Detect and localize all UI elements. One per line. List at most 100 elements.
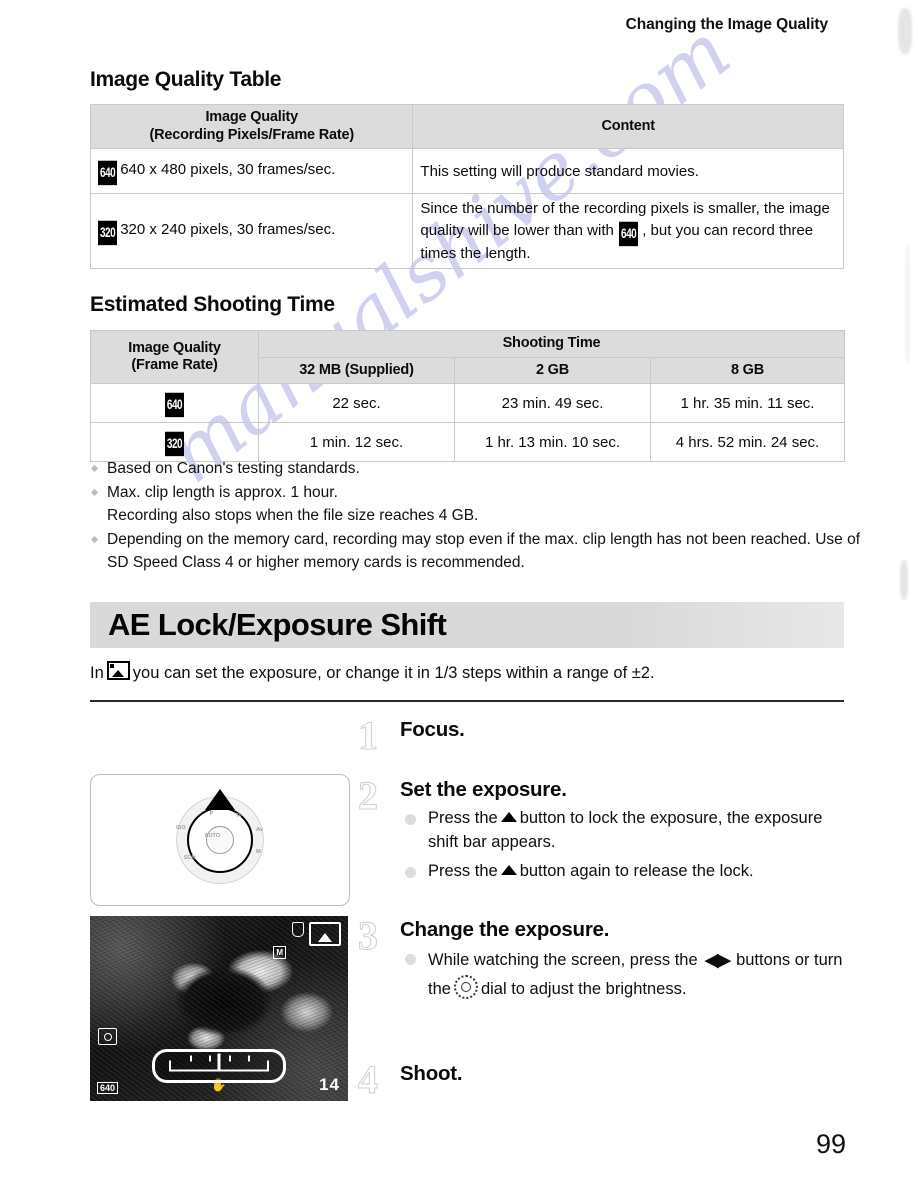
column-header-2gb: 2 GB: [454, 356, 651, 385]
cell-spec-text: 320 x 240 pixels, 30 frames/sec.: [120, 220, 336, 238]
step-1: 1 Focus.: [358, 713, 856, 759]
note-item: Based on Canon's testing standards.: [90, 458, 862, 481]
cell-320-32mb: 1 min. 12 sec.: [258, 422, 455, 463]
step-number: 3: [358, 913, 379, 959]
cell-quality-320: 320: [90, 422, 259, 463]
movie-mode-icon: [309, 922, 341, 946]
step-title: Focus.: [400, 718, 465, 741]
step-bullet: Press the button again to release the loc…: [400, 860, 856, 884]
cell-quality-640: 640 640 x 480 pixels, 30 frames/sec.: [89, 148, 414, 195]
figure-lcd-screen: M 640 ✋ 14: [90, 916, 348, 1101]
dial-mark: ISO: [176, 825, 186, 831]
step-4: 4 Shoot.: [358, 1057, 856, 1103]
scan-artifact: [898, 8, 912, 54]
note-text: Based on Canon's testing standards.: [107, 460, 360, 477]
resolution-badge-640-icon: 640: [164, 392, 185, 418]
bullet-text-before: Press the: [428, 809, 498, 827]
resolution-badge-320-icon: 320: [164, 431, 185, 457]
shots-remaining-counter: 14: [319, 1075, 340, 1094]
resolution-badge-320-icon: 320: [98, 220, 118, 245]
note-text: Depending on the memory card, recording …: [107, 530, 861, 571]
column-header-content: Content: [412, 103, 844, 150]
scan-artifact: [905, 245, 910, 365]
cell-spec-text: 640 x 480 pixels, 30 frames/sec.: [120, 160, 336, 178]
table-header-row: Image Quality (Recording Pixels/Frame Ra…: [89, 103, 844, 150]
step-3: 3 Change the exposure. While watching th…: [358, 913, 856, 1001]
bullet-diamond-icon: [90, 535, 99, 543]
scan-artifact: [900, 560, 908, 600]
step-title: Change the exposure.: [400, 918, 610, 941]
cell-320-2gb: 1 hr. 13 min. 10 sec.: [454, 422, 651, 463]
bullet-diamond-icon: [90, 464, 99, 473]
table-row: 640 22 sec. 23 min. 49 sec. 1 hr. 35 min…: [90, 383, 845, 424]
left-right-buttons-icon: ◀▶: [704, 950, 731, 971]
step-bullet: While watching the screen, press the ◀▶ …: [400, 947, 856, 1001]
movie-mode-icon: [106, 661, 130, 680]
exposure-tick: [247, 1055, 250, 1062]
column-header-line2: (Frame Rate): [131, 357, 218, 374]
exposure-tick: [190, 1055, 193, 1062]
dial-mark: M: [256, 849, 261, 855]
section-banner-ae-lock: AE Lock/Exposure Shift: [90, 602, 844, 648]
up-button-icon: [500, 812, 517, 822]
running-header: Changing the Image Quality: [625, 16, 828, 33]
note-item: Max. clip length is approx. 1 hour. Reco…: [90, 482, 862, 528]
dial-mark: P: [209, 811, 214, 817]
control-dial-icon: [453, 974, 478, 999]
bullet-text-after: dial to adjust the brightness.: [480, 979, 687, 998]
horizontal-rule: [90, 700, 844, 702]
cell-320-8gb: 4 hrs. 52 min. 24 sec.: [650, 422, 845, 463]
exposure-scale: [169, 1053, 269, 1072]
column-header-shooting-time: Shooting Time: [258, 330, 845, 358]
quality-badge-icon: M: [273, 946, 286, 959]
column-header-image-quality: Image Quality (Recording Pixels/Frame Ra…: [89, 103, 414, 150]
intro-after-text: you can set the exposure, or change it i…: [132, 664, 655, 682]
banner-title: AE Lock/Exposure Shift: [108, 607, 447, 642]
column-header-line1: Image Quality: [205, 109, 298, 125]
step-number: 2: [358, 773, 379, 819]
resolution-badge-640-icon: 640: [619, 221, 639, 246]
dial-inner-button: [206, 826, 234, 854]
up-button-icon: [500, 864, 517, 875]
table-header-row-top: Image Quality (Frame Rate) Shooting Time: [90, 329, 845, 385]
exposure-shift-bar: [152, 1049, 286, 1083]
dial-mark: SCN: [183, 855, 196, 861]
exposure-tick: [209, 1055, 212, 1062]
dial-up-arrow-icon: [205, 789, 235, 810]
intro-before-text: In: [90, 664, 104, 682]
note-text: Max. clip length is approx. 1 hour. Reco…: [107, 483, 479, 524]
bullet-dot-icon: [405, 954, 416, 965]
bullet-text-before: Press the: [428, 861, 498, 880]
note-item: Depending on the memory card, recording …: [90, 529, 862, 575]
metering-mode-icon: [98, 1028, 117, 1045]
bullet-diamond-icon: [90, 488, 99, 496]
section-heading-image-quality-table: Image Quality Table: [90, 68, 282, 91]
step-number: 4: [358, 1057, 379, 1103]
table-row: 640 640 x 480 pixels, 30 frames/sec. This…: [89, 148, 844, 195]
dial-mark: AUTO: [204, 833, 220, 839]
image-quality-table: Image Quality (Recording Pixels/Frame Ra…: [89, 103, 844, 269]
dial-mark: Av: [256, 827, 263, 833]
notes-list: Based on Canon's testing standards. Max.…: [90, 458, 862, 576]
column-header-line1: Image Quality: [128, 339, 221, 356]
estimated-shooting-time-table: Image Quality (Frame Rate) Shooting Time…: [90, 329, 845, 463]
section-heading-estimated-shooting-time: Estimated Shooting Time: [90, 293, 335, 316]
exposure-tick: [228, 1055, 231, 1062]
cell-quality-320: 320 320 x 240 pixels, 30 frames/sec.: [89, 193, 414, 269]
flash-icon: [292, 922, 304, 937]
column-header-image-quality: Image Quality (Frame Rate): [90, 329, 259, 385]
step-bullet: Press the button to lock the exposure, th…: [400, 807, 856, 855]
dial-mark: Tv: [235, 813, 242, 819]
manual-page: manualshive.com Changing the Image Quali…: [0, 0, 918, 1188]
table-row: 320 320 x 240 pixels, 30 frames/sec. Sinc…: [89, 193, 844, 269]
cell-content-320: Since the number of the recording pixels…: [412, 193, 844, 269]
step-title: Set the exposure.: [400, 778, 567, 801]
cell-640-32mb: 22 sec.: [258, 383, 455, 424]
cell-640-8gb: 1 hr. 35 min. 11 sec.: [650, 383, 845, 424]
cell-quality-640: 640: [90, 383, 259, 424]
bullet-dot-icon: [405, 866, 416, 878]
bullet-text-before: While watching the screen, press the: [428, 951, 698, 969]
cell-content-640: This setting will produce standard movie…: [412, 148, 844, 195]
column-header-line2: (Recording Pixels/Frame Rate): [149, 126, 354, 143]
column-header-8gb: 8 GB: [650, 356, 845, 385]
